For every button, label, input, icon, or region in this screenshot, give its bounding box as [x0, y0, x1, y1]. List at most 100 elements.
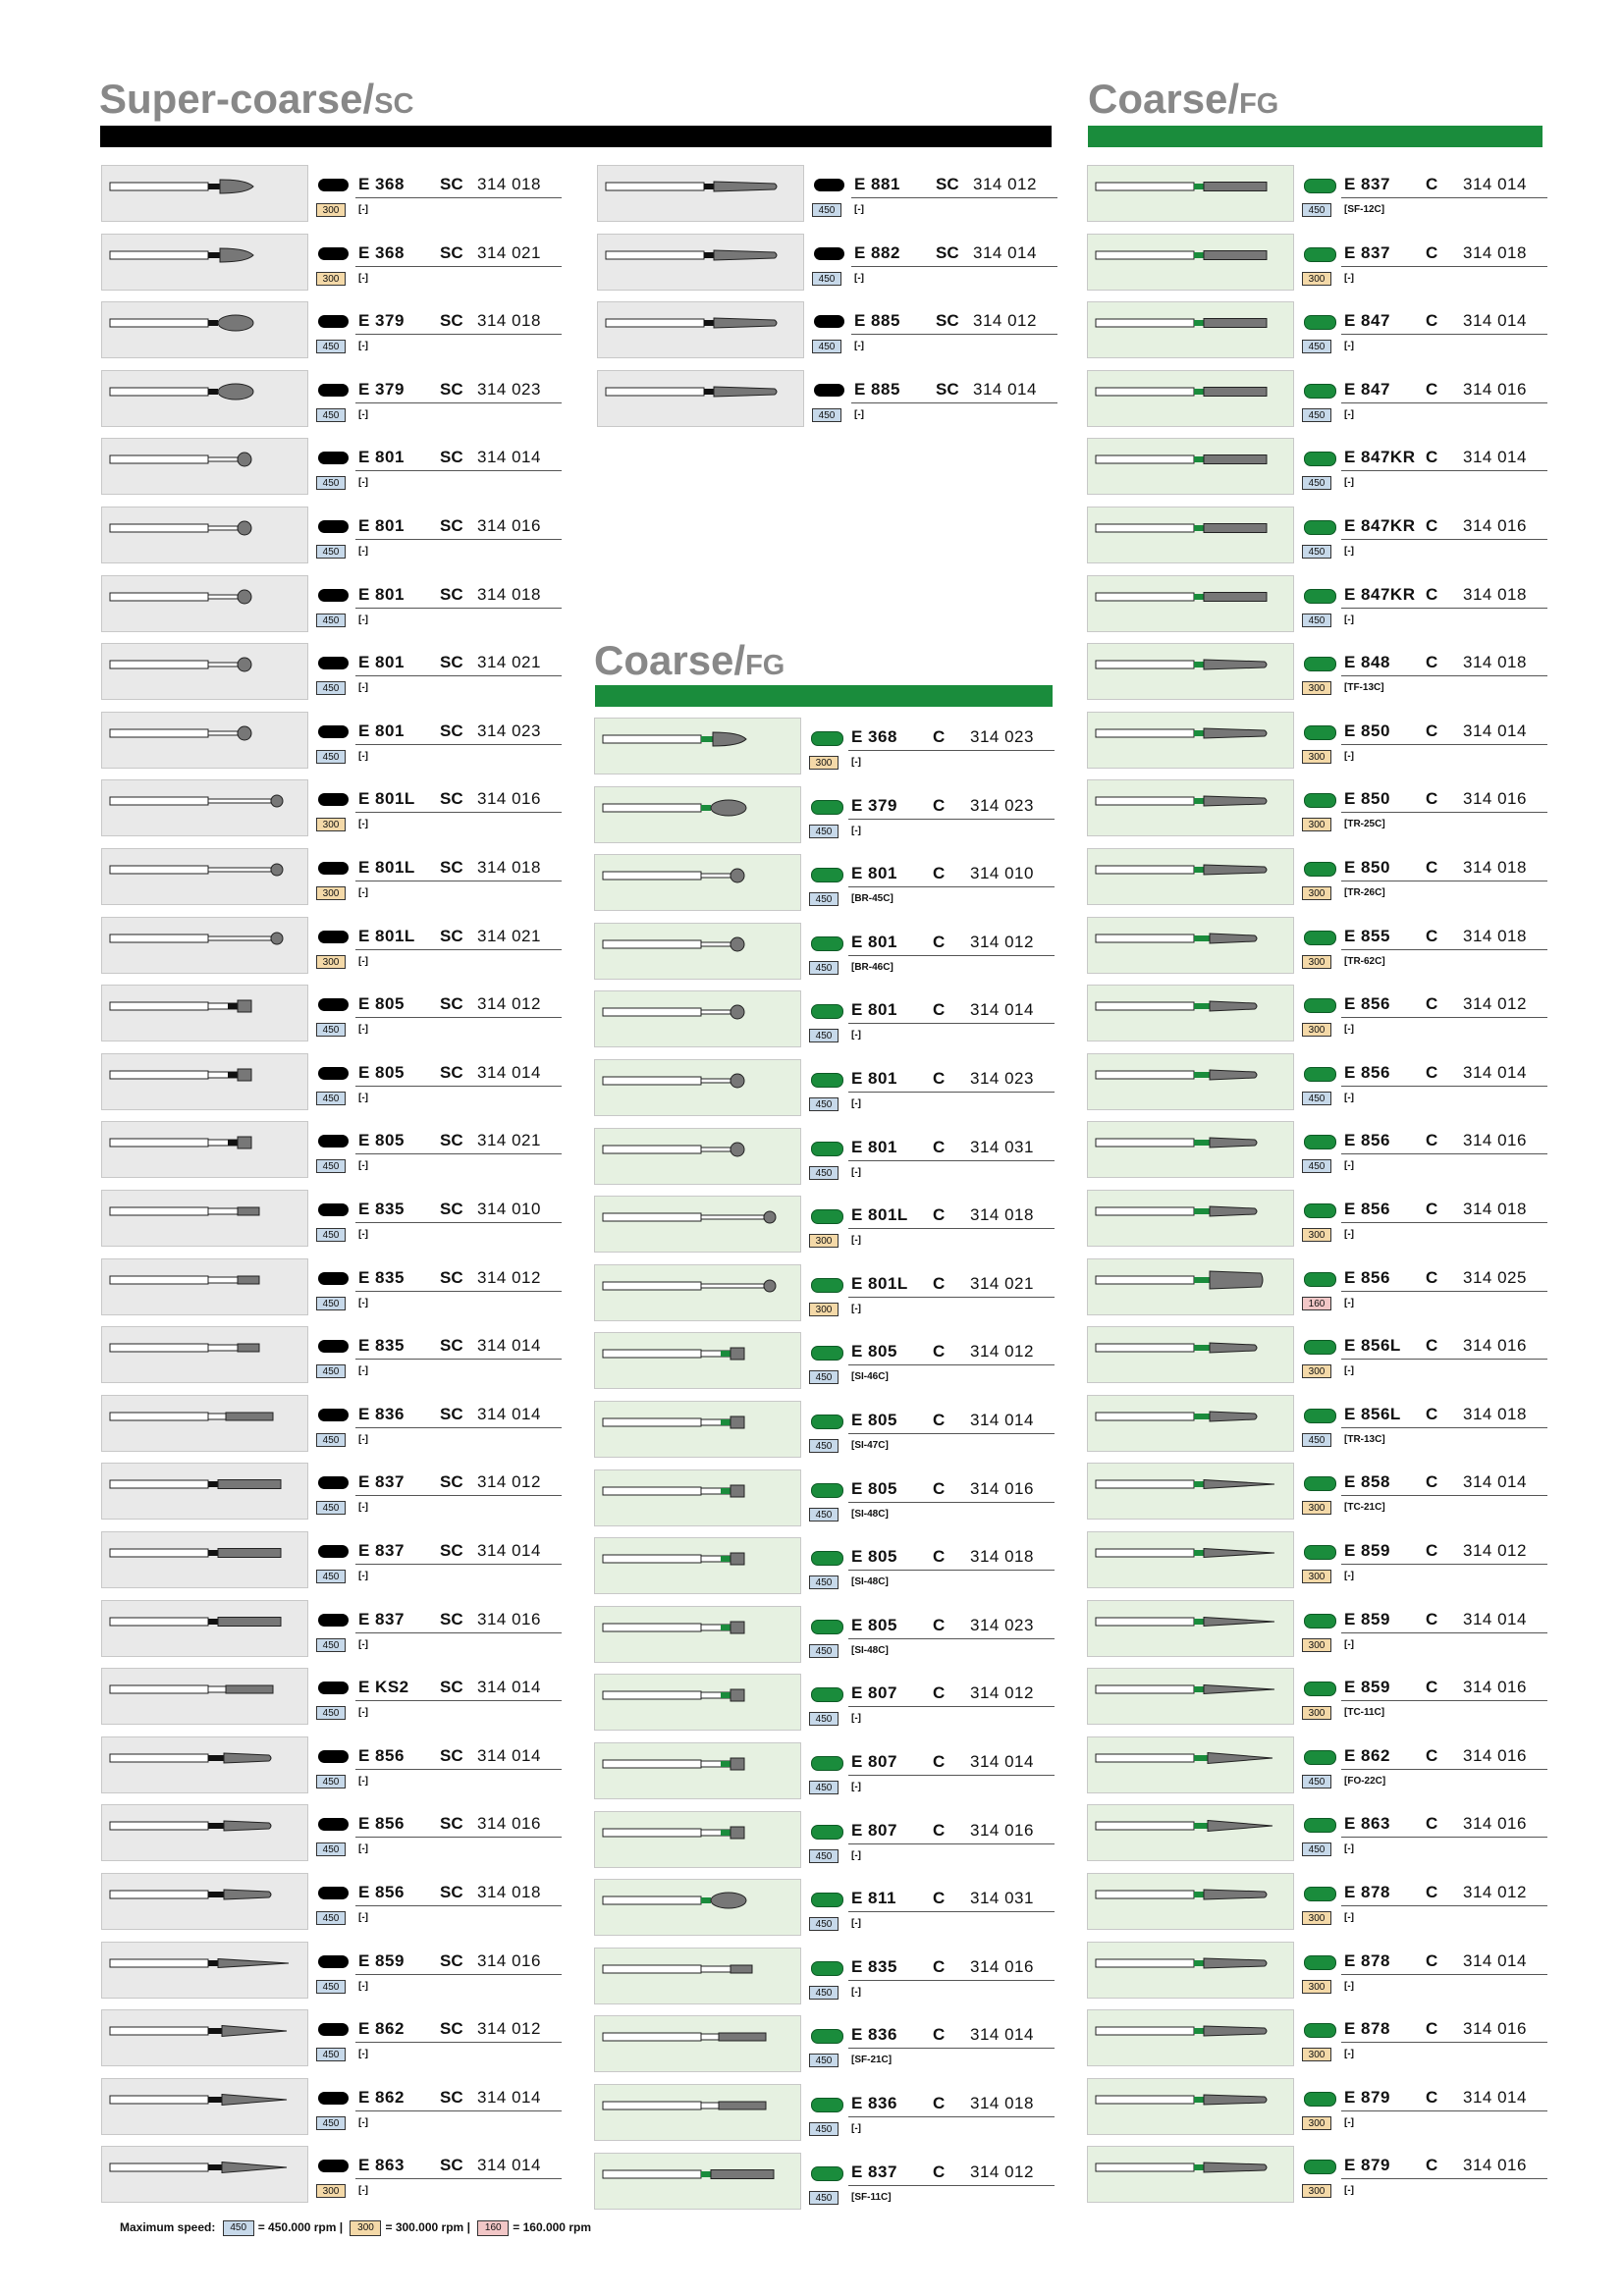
row-underline	[1341, 1632, 1547, 1633]
reference-code: [TR-25C]	[1344, 819, 1385, 829]
row-underline	[355, 539, 562, 540]
iso-number: 314 014	[970, 1411, 1034, 1429]
product-code: E 805	[851, 1479, 897, 1498]
row-underline	[355, 334, 562, 335]
product-row: E 835 SC 314 014 450 [-]	[101, 1326, 563, 1394]
reference-code: [-]	[358, 1502, 368, 1513]
grit-color-marker	[318, 862, 349, 875]
row-underline	[848, 1843, 1055, 1844]
row-underline	[1341, 1769, 1547, 1770]
bur-illustration	[605, 181, 778, 192]
reference-code: [-]	[851, 1098, 861, 1109]
iso-number: 314 014	[477, 448, 541, 466]
reference-code: [-]	[358, 1707, 368, 1718]
bur-illustration	[109, 2024, 288, 2038]
iso-number: 314 016	[1463, 2019, 1527, 2038]
reference-code: [-]	[358, 1365, 368, 1376]
grit-grade: C	[933, 1342, 946, 1361]
grit-grade: SC	[440, 721, 463, 740]
speed-badge: 300	[1302, 955, 1331, 969]
row-underline	[355, 1974, 562, 1975]
grit-color-marker	[1304, 1887, 1336, 1901]
product-code: E 805	[358, 994, 405, 1013]
product-row: E 801L C 314 021 300 [-]	[594, 1264, 1056, 1332]
product-code: E 801	[851, 864, 897, 882]
grit-color-marker	[318, 657, 349, 669]
bur-illustration	[605, 386, 778, 398]
bur-thumbnail	[594, 1674, 801, 1731]
grit-grade: C	[1426, 1200, 1438, 1218]
iso-number: 314 018	[477, 175, 541, 193]
grit-color-marker	[318, 1203, 349, 1216]
row-underline	[1341, 1837, 1547, 1838]
product-row: E 811 C 314 031 450 [-]	[594, 1879, 1056, 1947]
iso-number: 314 023	[970, 1616, 1034, 1634]
iso-number: 314 016	[1463, 1131, 1527, 1149]
grit-grade: SC	[440, 448, 463, 466]
reference-code: [-]	[358, 204, 368, 215]
grit-color-marker	[1304, 1818, 1336, 1833]
product-code: E 837	[851, 2163, 897, 2181]
speed-badge: 450	[809, 892, 839, 906]
bur-illustration	[602, 1142, 745, 1157]
product-row: E 850 C 314 014 300 [-]	[1087, 712, 1548, 779]
grit-color-marker	[811, 1687, 843, 1702]
bur-illustration	[1095, 1000, 1258, 1012]
product-code: E 805	[851, 1616, 897, 1634]
grit-grade: C	[1426, 1268, 1438, 1287]
reference-code: [-]	[851, 1782, 861, 1792]
product-row: E 881 SC 314 012 450 [-]	[597, 165, 1058, 233]
iso-number: 314 016	[1463, 1814, 1527, 1833]
grit-color-marker	[1304, 1545, 1336, 1560]
grit-grade: SC	[936, 311, 959, 330]
row-underline	[848, 750, 1055, 751]
iso-number: 314 014	[1463, 175, 1527, 193]
reference-code: [-]	[854, 204, 864, 215]
row-underline	[851, 402, 1057, 403]
reference-code: [-]	[358, 819, 368, 829]
grit-color-marker	[1304, 1476, 1336, 1491]
iso-number: 314 014	[1463, 1063, 1527, 1082]
row-underline	[848, 1980, 1055, 1981]
product-row: E KS2 SC 314 014 450 [-]	[101, 1668, 563, 1735]
bur-thumbnail	[597, 301, 804, 358]
speed-badge: 450	[316, 1706, 346, 1720]
product-code: E 805	[851, 1547, 897, 1566]
grit-color-marker	[1304, 657, 1336, 671]
product-code: E 837	[1344, 243, 1390, 262]
product-code: E 836	[851, 2094, 897, 2112]
bur-thumbnail	[1087, 643, 1294, 700]
bur-thumbnail	[1087, 712, 1294, 769]
reference-code: [-]	[358, 546, 368, 557]
grit-color-marker	[1304, 1409, 1336, 1423]
product-row: E 807 C 314 014 450 [-]	[594, 1742, 1056, 1810]
bur-illustration	[602, 799, 747, 817]
grit-grade: SC	[440, 1610, 463, 1629]
product-code: E 805	[851, 1411, 897, 1429]
product-row: E 368 C 314 023 300 [-]	[594, 718, 1056, 785]
bur-thumbnail	[1087, 1190, 1294, 1247]
row-underline	[1341, 608, 1547, 609]
iso-number: 314 014	[1463, 1951, 1527, 1970]
bur-thumbnail	[101, 370, 308, 427]
product-row: E 856 C 314 014 450 [-]	[1087, 1053, 1548, 1121]
grit-color-marker	[318, 1682, 349, 1694]
iso-number: 314 014	[1463, 1610, 1527, 1629]
speed-badge: 300	[1302, 750, 1331, 764]
product-code: E 856	[358, 1746, 405, 1765]
row-underline	[355, 470, 562, 471]
grit-grade: SC	[440, 994, 463, 1013]
grit-color-marker	[318, 1409, 349, 1421]
product-code: E 856	[1344, 1131, 1390, 1149]
bur-thumbnail	[1087, 1053, 1294, 1110]
reference-code: [TR-13C]	[1344, 1434, 1385, 1445]
speed-badge: 450	[316, 681, 346, 695]
grit-color-marker	[811, 1893, 843, 1907]
bur-thumbnail	[101, 507, 308, 563]
row-underline	[355, 1086, 562, 1087]
bur-illustration	[602, 1210, 777, 1224]
reference-code: [-]	[1344, 1639, 1354, 1650]
grit-color-marker	[1304, 793, 1336, 808]
speed-badge: 450	[1302, 1842, 1331, 1856]
speed-badge: 450	[812, 203, 841, 217]
